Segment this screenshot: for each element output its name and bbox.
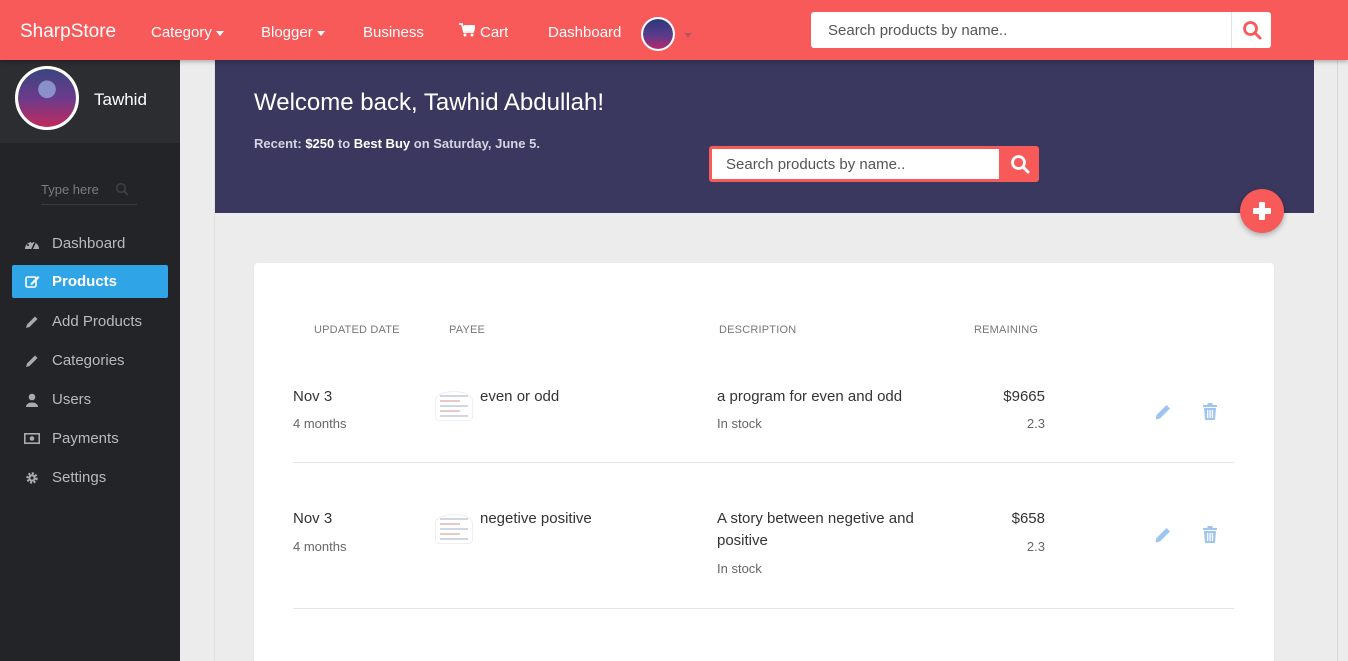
sidebar: Tawhid Dashboard Products Add Products C…	[0, 60, 180, 661]
row-age: 4 months	[293, 539, 347, 554]
header-description[interactable]: DESCRIPTION	[719, 324, 796, 336]
banner-search-button[interactable]	[1001, 146, 1039, 182]
nav-cart[interactable]: Cart	[459, 23, 508, 43]
welcome-title: Welcome back, Tawhid Abdullah!	[254, 89, 604, 116]
pencil-icon	[24, 353, 40, 369]
product-thumbnail[interactable]	[435, 391, 473, 421]
welcome-banner: Welcome back, Tawhid Abdullah! Recent: $…	[214, 60, 1314, 213]
row-date: Nov 3	[293, 388, 333, 405]
header-payee[interactable]: PAYEE	[449, 324, 485, 336]
row-description: A story between negetive and positive	[717, 510, 914, 549]
edit-button[interactable]	[1153, 402, 1173, 422]
search-icon[interactable]	[115, 182, 129, 201]
row-status: In stock	[717, 416, 762, 431]
row-date: Nov 3	[293, 510, 333, 527]
edit-button[interactable]	[1153, 525, 1173, 545]
sidebar-user-name: Tawhid	[94, 90, 147, 109]
page-edge-divider	[1337, 60, 1338, 661]
nav-blogger[interactable]: Blogger	[261, 23, 325, 43]
products-table-card: UPDATED DATE PAYEE DESCRIPTION REMAINING…	[254, 263, 1274, 661]
row-divider	[293, 608, 1234, 609]
sidebar-item-label: Payments	[52, 430, 119, 447]
banner-search-bar	[709, 146, 1039, 182]
sidebar-item-users[interactable]: Users	[12, 383, 168, 416]
nav-category-label: Category	[151, 24, 212, 41]
nav-dashboard[interactable]: Dashboard	[548, 23, 621, 43]
sidebar-item-label: Add Products	[52, 313, 143, 330]
pencil-icon	[1155, 528, 1170, 543]
pencil-icon	[24, 314, 40, 330]
avatar[interactable]	[15, 66, 79, 130]
top-search-button[interactable]	[1232, 12, 1271, 48]
dashboard-icon	[24, 236, 40, 252]
header-remaining[interactable]: REMAINING	[974, 324, 1038, 336]
table-row[interactable]: Nov 3 4 months negetive positive A story…	[293, 463, 1234, 609]
table-row[interactable]: Nov 3 4 months even or odd a program for…	[293, 373, 1234, 463]
chevron-down-icon	[316, 30, 325, 36]
gear-icon	[24, 470, 40, 486]
recent-amount: $250	[305, 136, 335, 151]
chevron-down-icon[interactable]	[684, 33, 692, 38]
banner-search-input[interactable]	[712, 149, 999, 179]
money-icon	[24, 431, 40, 447]
cart-icon	[459, 23, 477, 43]
user-avatar[interactable]	[641, 17, 675, 51]
recent-transaction: Recent: $250 to Best Buy on Saturday, Ju…	[254, 136, 540, 152]
sidebar-search	[41, 175, 137, 205]
row-age: 4 months	[293, 416, 347, 431]
sidebar-item-label: Dashboard	[52, 235, 126, 252]
content-left-divider	[214, 60, 215, 661]
row-price: $658	[1011, 510, 1045, 527]
nav-category[interactable]: Category	[151, 23, 224, 43]
pencil-icon	[1155, 405, 1170, 420]
trash-icon	[1203, 526, 1217, 543]
recent-to: to	[337, 136, 351, 151]
top-navbar: SharpStore Category Blogger Business Car…	[0, 0, 1348, 60]
sidebar-item-dashboard[interactable]: Dashboard	[12, 227, 168, 260]
edit-icon	[24, 274, 40, 290]
nav-blogger-label: Blogger	[261, 24, 313, 41]
nav-cart-label: Cart	[480, 24, 509, 41]
sidebar-item-categories[interactable]: Categories	[12, 344, 168, 377]
chevron-down-icon	[215, 30, 224, 36]
user-icon	[24, 392, 40, 408]
nav-business-label: Business	[363, 24, 424, 41]
sidebar-item-label: Categories	[52, 352, 125, 369]
row-payee[interactable]: even or odd	[480, 386, 559, 408]
plus-icon	[1253, 202, 1271, 220]
top-search-input[interactable]	[811, 12, 1232, 48]
header-updated-date[interactable]: UPDATED DATE	[314, 324, 400, 336]
recent-prefix: Recent:	[254, 136, 302, 151]
nav-business[interactable]: Business	[363, 23, 424, 43]
row-price: $9665	[1003, 388, 1045, 405]
sidebar-profile: Tawhid	[0, 60, 180, 143]
row-rating: 2.3	[1026, 416, 1045, 431]
sidebar-item-label: Users	[52, 391, 92, 408]
brand-logo[interactable]: SharpStore	[20, 20, 116, 44]
sidebar-search-input[interactable]	[41, 175, 113, 203]
delete-button[interactable]	[1200, 402, 1220, 422]
recent-payee: Best Buy	[353, 136, 411, 151]
row-description: a program for even and odd	[717, 388, 903, 405]
top-search-bar	[811, 12, 1271, 48]
add-product-button[interactable]	[1240, 189, 1284, 233]
sidebar-item-settings[interactable]: Settings	[12, 461, 168, 494]
recent-date: on Saturday, June 5.	[413, 136, 540, 151]
row-status: In stock	[717, 561, 762, 576]
search-icon	[1242, 21, 1261, 40]
product-thumbnail[interactable]	[435, 514, 473, 544]
sidebar-item-add-products[interactable]: Add Products	[12, 305, 168, 338]
trash-icon	[1203, 403, 1217, 420]
sidebar-item-label: Products	[52, 273, 118, 290]
row-payee[interactable]: negetive positive	[480, 508, 592, 530]
delete-button[interactable]	[1200, 525, 1220, 545]
nav-dashboard-label: Dashboard	[548, 24, 622, 41]
row-rating: 2.3	[1026, 539, 1045, 554]
sidebar-item-payments[interactable]: Payments	[12, 422, 168, 455]
sidebar-item-products[interactable]: Products	[12, 265, 168, 298]
sidebar-item-label: Settings	[52, 469, 107, 486]
search-icon	[1011, 155, 1030, 174]
